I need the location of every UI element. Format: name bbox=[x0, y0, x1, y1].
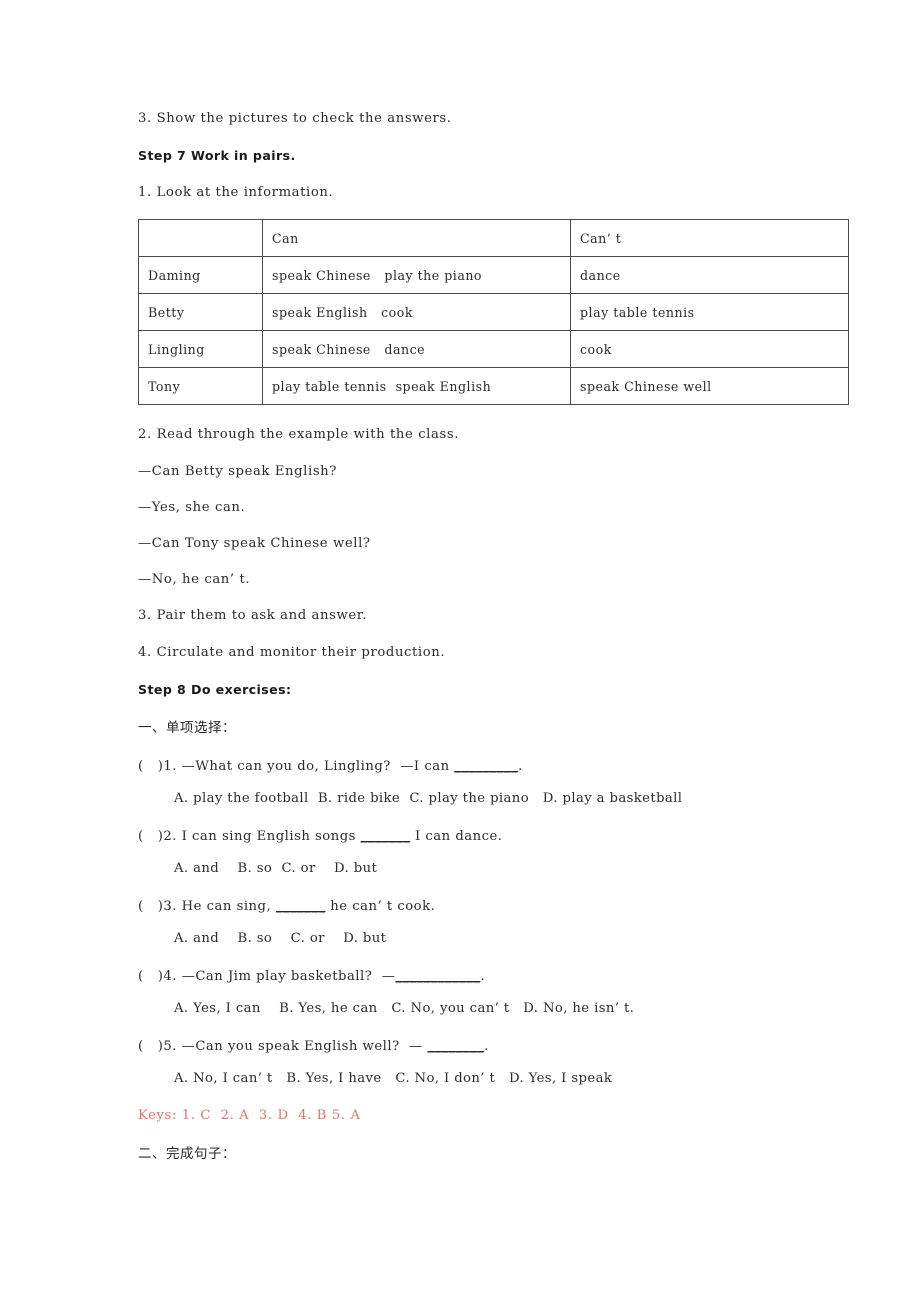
question-4-options[interactable]: A. Yes, I can B. Yes, he can C. No, you … bbox=[138, 1001, 798, 1016]
table-cell-can: speak English cook bbox=[262, 293, 571, 332]
dialogue-line-2: —Yes, she can. bbox=[138, 499, 246, 515]
table-header-row: Can Can’ t bbox=[138, 219, 849, 258]
table-cell-can: speak Chinese play the piano bbox=[262, 256, 571, 295]
question-4-stem-after: . bbox=[480, 968, 486, 984]
table-row: Tony play table tennis speak English spe… bbox=[138, 367, 849, 406]
step7-item-3: 3. Pair them to ask and answer. bbox=[138, 608, 368, 624]
question-1-stem-before: ( )1. —What can you do, Lingling? —I can bbox=[138, 758, 455, 774]
document-content: 3. Show the pictures to check the answer… bbox=[138, 111, 849, 1162]
can-cant-table: Can Can’ t Daming speak Chinese play the… bbox=[138, 219, 849, 406]
table-cell-name: Tony bbox=[138, 367, 263, 406]
question-2-stem: ( )2. I can sing English songs _______ I… bbox=[138, 829, 798, 844]
table-cell-cant: speak Chinese well bbox=[570, 367, 849, 406]
step7-item-2: 2. Read through the example with the cla… bbox=[138, 427, 459, 443]
question-2-blank[interactable]: _______ bbox=[361, 829, 411, 844]
dialogue-line-1: —Can Betty speak English? bbox=[138, 463, 337, 479]
dialogue-line-4: —No, he can’ t. bbox=[138, 572, 251, 588]
question-4-blank[interactable]: ____________ bbox=[395, 969, 480, 984]
question-1-stem-after: . bbox=[518, 758, 523, 774]
dialogue-line-3: —Can Tony speak Chinese well? bbox=[138, 536, 371, 552]
table-cell-cant: cook bbox=[570, 330, 849, 369]
table-cell-name: Daming bbox=[138, 256, 263, 295]
table-header-cell-cant: Can’ t bbox=[570, 219, 849, 258]
question-3-options[interactable]: A. and B. so C. or D. but bbox=[138, 931, 798, 946]
question-4-stem-before: ( )4. —Can Jim play basketball? — bbox=[138, 968, 396, 984]
document-page: 3. Show the pictures to check the answer… bbox=[0, 0, 920, 1302]
question-4-stem: ( )4. —Can Jim play basketball? —_______… bbox=[138, 969, 798, 984]
table-cell-cant: play table tennis bbox=[570, 293, 849, 332]
table-cell-cant: dance bbox=[570, 256, 849, 295]
step7-item-4: 4. Circulate and monitor their productio… bbox=[138, 644, 446, 660]
table-row: Daming speak Chinese play the piano danc… bbox=[138, 256, 849, 295]
table-row: Betty speak English cook play table tenn… bbox=[138, 293, 849, 332]
question-1-options[interactable]: A. play the football B. ride bike C. pla… bbox=[138, 791, 798, 806]
question-2-options[interactable]: A. and B. so C. or D. but bbox=[138, 861, 798, 876]
table-cell-can: speak Chinese dance bbox=[262, 330, 571, 369]
question-3-blank[interactable]: _______ bbox=[276, 899, 326, 914]
question-5-blank[interactable]: ________ bbox=[427, 1039, 484, 1054]
question-1-stem: ( )1. —What can you do, Lingling? —I can… bbox=[138, 759, 798, 774]
question-5-stem-after: . bbox=[484, 1038, 489, 1054]
question-5-options[interactable]: A. No, I can’ t B. Yes, I have C. No, I … bbox=[138, 1071, 798, 1086]
table-cell-name: Lingling bbox=[138, 330, 263, 369]
question-1-blank[interactable]: _________ bbox=[454, 759, 518, 774]
question-5-stem-before: ( )5. —Can you speak English well? — bbox=[138, 1038, 428, 1054]
table-cell-name: Betty bbox=[138, 293, 263, 332]
question-3-stem-before: ( )3. He can sing, bbox=[138, 898, 276, 914]
answer-keys: Keys: 1. C 2. A 3. D 4. B 5. A bbox=[138, 1107, 361, 1123]
section-2-title: 二、完成句子： bbox=[138, 1145, 236, 1162]
step7-item-1: 1. Look at the information. bbox=[138, 185, 334, 201]
table-cell-can: play table tennis speak English bbox=[262, 367, 571, 406]
question-2-stem-after: I can dance. bbox=[410, 828, 503, 844]
table-row: Lingling speak Chinese dance cook bbox=[138, 330, 849, 369]
question-2-stem-before: ( )2. I can sing English songs bbox=[138, 828, 361, 844]
step7-heading: Step 7 Work in pairs. bbox=[138, 148, 296, 164]
table-header-cell-can: Can bbox=[262, 219, 571, 258]
step8-heading: Step 8 Do exercises: bbox=[138, 681, 292, 697]
question-3-stem: ( )3. He can sing, _______ he can’ t coo… bbox=[138, 899, 798, 914]
question-3-stem-after: he can’ t cook. bbox=[325, 898, 436, 914]
intro-line: 3. Show the pictures to check the answer… bbox=[138, 111, 452, 126]
section-1-title: 一、单项选择： bbox=[138, 719, 236, 736]
table-header-cell-blank bbox=[138, 219, 263, 258]
question-5-stem: ( )5. —Can you speak English well? — ___… bbox=[138, 1039, 798, 1054]
